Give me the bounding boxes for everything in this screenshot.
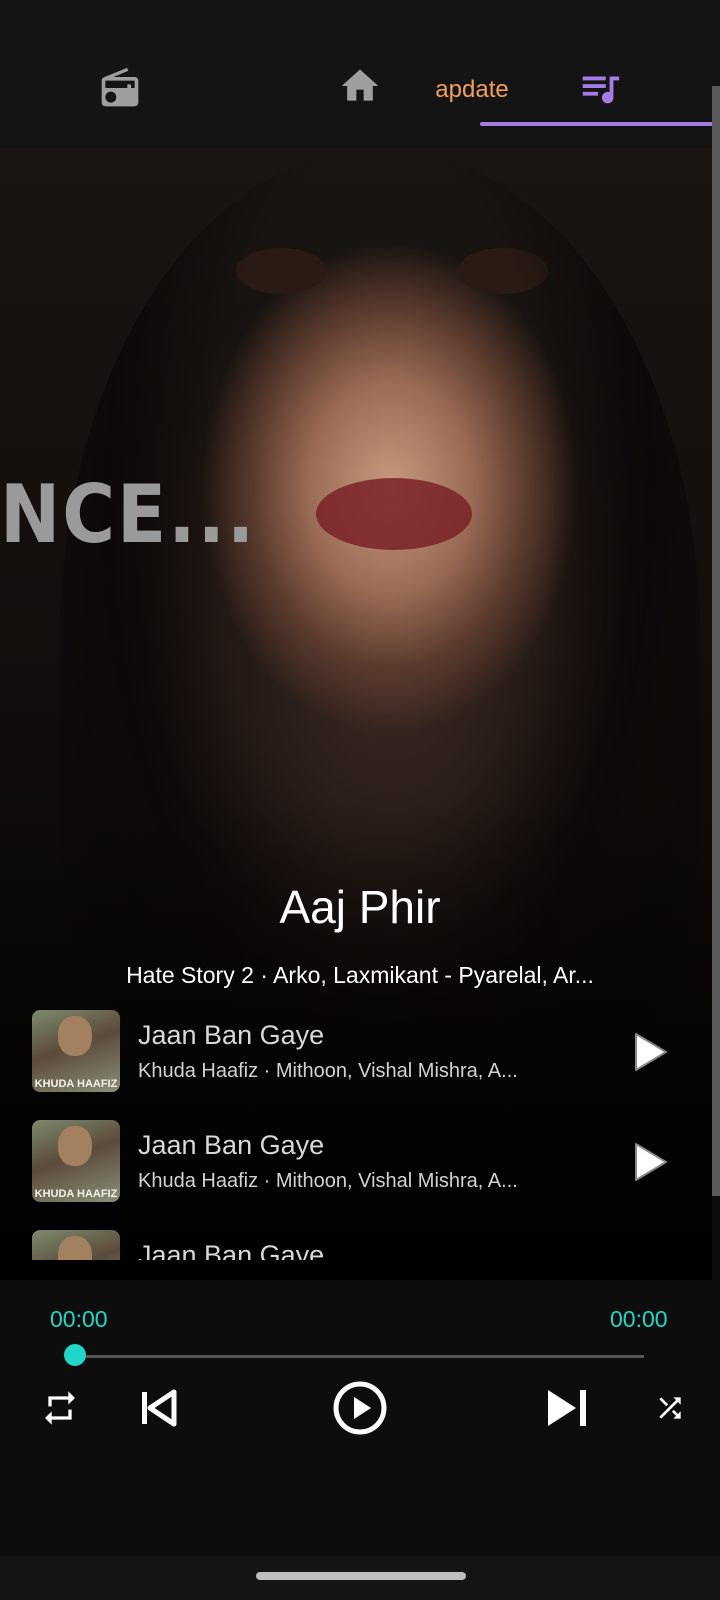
- repeat-button[interactable]: [40, 1388, 80, 1428]
- now-playing-subtitle: Hate Story 2 · Arko, Laxmikant - Pyarela…: [126, 962, 594, 988]
- shuffle-button[interactable]: [654, 1390, 686, 1426]
- seek-bar[interactable]: [76, 1355, 644, 1358]
- queue-item-meta: Khuda Haafiz · Mithoon, Vishal Mishra, A…: [138, 1060, 518, 1082]
- queue-item-title: Jaan Ban Gaye: [138, 1240, 325, 1260]
- queue-item-play-button[interactable]: [630, 1030, 670, 1074]
- seek-handle[interactable]: [64, 1344, 86, 1366]
- previous-button[interactable]: [138, 1386, 180, 1430]
- top-tab-bar: apdate: [0, 44, 720, 148]
- thumbnail-detail: [58, 1016, 92, 1056]
- skip-next-icon: [548, 1390, 586, 1426]
- thumbnail-text: KHUDA HAAFIZ: [34, 1078, 118, 1090]
- home-gesture-handle[interactable]: [256, 1572, 466, 1580]
- skip-previous-icon: [142, 1389, 177, 1427]
- home-icon: [341, 69, 379, 101]
- queue-item[interactable]: Jaan Ban Gaye: [0, 1220, 720, 1260]
- queue-music-icon: [582, 76, 620, 104]
- navigation-bar: [0, 1556, 720, 1600]
- queue-item-title: Jaan Ban Gaye: [138, 1020, 325, 1050]
- total-time: 00:00: [610, 1306, 668, 1332]
- tab-update-label: apdate: [435, 76, 509, 103]
- play-icon: [635, 1033, 667, 1071]
- now-playing-title: Aaj Phir: [279, 881, 441, 933]
- queue-item-thumbnail: [32, 1230, 120, 1260]
- queue-item[interactable]: KHUDA HAAFIZ Jaan Ban Gaye Khuda Haafiz …: [0, 1110, 720, 1220]
- queue-item-play-button[interactable]: [630, 1140, 670, 1184]
- thumbnail-detail: [58, 1126, 92, 1166]
- active-tab-indicator: [480, 122, 720, 126]
- shuffle-icon: [659, 1397, 681, 1419]
- play-circle-icon: [333, 1381, 387, 1435]
- status-bar: [0, 0, 720, 44]
- tab-update[interactable]: apdate: [420, 72, 524, 108]
- queue-item[interactable]: KHUDA HAAFIZ Jaan Ban Gaye Khuda Haafiz …: [0, 1000, 720, 1110]
- thumbnail-text: KHUDA HAAFIZ: [34, 1188, 118, 1200]
- queue-item-title: Jaan Ban Gaye: [138, 1130, 325, 1160]
- poster-text: NCE...: [0, 468, 257, 561]
- queue-list[interactable]: KHUDA HAAFIZ Jaan Ban Gaye Khuda Haafiz …: [0, 1000, 720, 1260]
- play-pause-button[interactable]: [332, 1380, 388, 1436]
- thumbnail-detail: [58, 1236, 92, 1260]
- tab-radio[interactable]: [96, 64, 144, 112]
- radio-icon: [101, 67, 139, 107]
- queue-item-thumbnail: KHUDA HAAFIZ: [32, 1120, 120, 1202]
- repeat-icon: [45, 1391, 75, 1425]
- queue-item-thumbnail: KHUDA HAAFIZ: [32, 1010, 120, 1092]
- tab-queue[interactable]: [574, 64, 626, 112]
- play-icon: [635, 1143, 667, 1181]
- current-time: 00:00: [50, 1306, 108, 1332]
- queue-item-meta: Khuda Haafiz · Mithoon, Vishal Mishra, A…: [138, 1170, 518, 1192]
- next-button[interactable]: [544, 1386, 590, 1430]
- tab-home[interactable]: [336, 62, 384, 110]
